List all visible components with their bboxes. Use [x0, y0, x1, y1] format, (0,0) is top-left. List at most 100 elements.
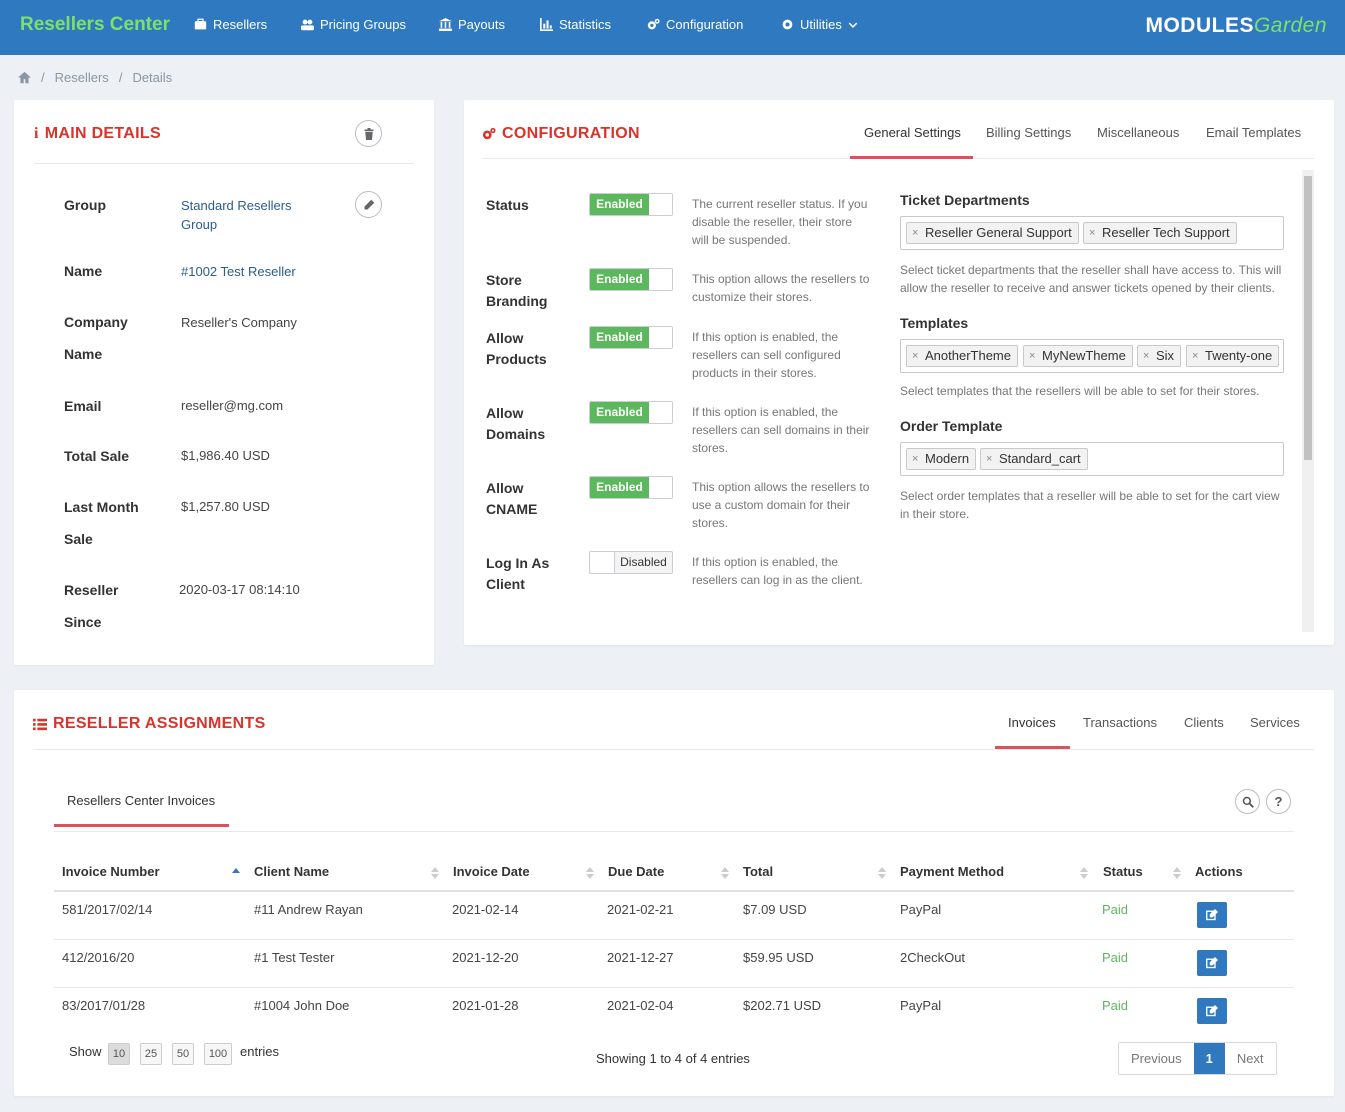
tab-email-templates[interactable]: Email Templates	[1206, 125, 1301, 140]
reseller-name-link[interactable]: #1002 Test Reseller	[181, 262, 296, 281]
allow-cname-toggle[interactable]: Enabled	[589, 476, 673, 499]
modulesgarden-logo[interactable]: MODULESGarden	[1145, 14, 1327, 38]
tag-item[interactable]: × AnotherTheme	[906, 345, 1018, 367]
remove-icon[interactable]: ×	[1029, 346, 1035, 366]
last-month-sale-value: $1,257.80 USD	[181, 499, 270, 514]
templates-select[interactable]: × AnotherTheme × MyNewTheme × Six × Twenty-o…	[900, 339, 1284, 373]
col-invoice-date[interactable]: Invoice Date	[453, 864, 530, 879]
previous-page-button[interactable]: Previous	[1119, 1043, 1194, 1074]
edit-invoice-button[interactable]	[1197, 950, 1227, 976]
client-link[interactable]: #1004 John Doe	[254, 998, 349, 1013]
sort-icon[interactable]	[431, 867, 439, 879]
edit-group-button[interactable]	[355, 191, 382, 218]
nav-configuration[interactable]: Configuration	[647, 17, 743, 32]
nav-statistics[interactable]: Statistics	[540, 17, 611, 32]
page-size-50[interactable]: 50	[172, 1043, 194, 1065]
tab-miscellaneous[interactable]: Miscellaneous	[1097, 125, 1179, 140]
search-icon	[1242, 796, 1254, 808]
tab-general-settings[interactable]: General Settings	[864, 125, 961, 140]
help-button[interactable]: ?	[1266, 789, 1291, 814]
allow-products-toggle[interactable]: Enabled	[589, 326, 673, 349]
breadcrumb-resellers[interactable]: Resellers	[55, 70, 109, 85]
ticket-departments-heading: Ticket Departments	[900, 192, 1030, 208]
tab-clients[interactable]: Clients	[1184, 715, 1224, 730]
allow-domains-toggle[interactable]: Enabled	[589, 401, 673, 424]
store-branding-toggle[interactable]: Enabled	[589, 268, 673, 291]
tag-item[interactable]: × Modern	[906, 448, 977, 470]
tag-item[interactable]: × Standard_cart	[980, 448, 1088, 470]
sort-icon[interactable]	[1173, 867, 1181, 879]
bank-icon	[439, 18, 452, 31]
total-sale-value: $1,986.40 USD	[181, 448, 270, 463]
sort-icon[interactable]	[878, 867, 886, 879]
sort-icon[interactable]	[586, 867, 594, 879]
col-payment-method[interactable]: Payment Method	[900, 864, 1004, 879]
tab-transactions[interactable]: Transactions	[1083, 715, 1157, 730]
templates-heading: Templates	[900, 315, 969, 331]
tag-item[interactable]: × MyNewTheme	[1023, 345, 1133, 367]
users-icon	[301, 19, 314, 31]
col-total[interactable]: Total	[743, 864, 773, 879]
nav-utilities[interactable]: Utilities	[781, 17, 858, 32]
due-date: 2021-12-27	[607, 950, 674, 965]
delete-reseller-button[interactable]	[355, 120, 382, 147]
nav-payouts[interactable]: Payouts	[439, 17, 505, 32]
reseller-assignments-card	[14, 690, 1334, 1096]
active-tab-indicator	[850, 156, 973, 159]
remove-icon[interactable]: ×	[986, 449, 992, 469]
search-button[interactable]	[1235, 789, 1260, 814]
client-link[interactable]: #1 Test Tester	[254, 950, 334, 965]
allow-domains-label: Allow Domains	[486, 405, 546, 442]
tag-item[interactable]: × Reseller Tech Support	[1083, 222, 1237, 244]
remove-icon[interactable]: ×	[912, 346, 918, 366]
subtab-resellers-center-invoices[interactable]: Resellers Center Invoices	[67, 793, 215, 808]
question-icon: ?	[1274, 794, 1283, 809]
tab-invoices[interactable]: Invoices	[1008, 715, 1056, 730]
group-link[interactable]: Standard Resellers Group	[181, 196, 321, 234]
page-size-10[interactable]: 10	[108, 1043, 130, 1065]
nav-pricing-groups[interactable]: Pricing Groups	[301, 17, 406, 32]
client-link[interactable]: #11 Andrew Rayan	[254, 902, 363, 917]
edit-invoice-button[interactable]	[1197, 902, 1227, 928]
remove-icon[interactable]: ×	[1143, 346, 1149, 366]
page-size-25[interactable]: 25	[140, 1043, 162, 1065]
page-size-100[interactable]: 100	[204, 1043, 232, 1065]
tab-services[interactable]: Services	[1250, 715, 1300, 730]
invoice-number: 412/2016/20	[62, 950, 135, 965]
sort-icon[interactable]	[1080, 867, 1088, 879]
edit-invoice-button[interactable]	[1197, 998, 1227, 1024]
scrollbar-thumb[interactable]	[1304, 176, 1312, 460]
col-actions: Actions	[1195, 864, 1243, 879]
col-due-date[interactable]: Due Date	[608, 864, 664, 879]
sort-asc-icon[interactable]	[232, 867, 240, 879]
page-1-button[interactable]: 1	[1193, 1043, 1225, 1074]
gears-icon	[482, 127, 496, 140]
next-page-button[interactable]: Next	[1225, 1043, 1276, 1074]
invoice-date: 2021-02-14	[452, 902, 519, 917]
main-details-card: i MAIN DETAILS Group Standard Resellers …	[14, 100, 434, 665]
sort-icon[interactable]	[721, 867, 729, 879]
remove-icon[interactable]: ×	[912, 223, 918, 243]
brand-link[interactable]: Resellers Center	[20, 14, 170, 36]
tag-item[interactable]: × Six	[1137, 345, 1182, 367]
remove-icon[interactable]: ×	[1192, 346, 1198, 366]
status-description: The current reseller status. If you disa…	[692, 197, 868, 247]
ticket-departments-select[interactable]: × Reseller General Support × Reseller Tech…	[900, 216, 1284, 250]
col-status[interactable]: Status	[1103, 864, 1143, 879]
log-in-as-client-label: Log In As Client	[486, 555, 550, 592]
col-invoice-number[interactable]: Invoice Number	[62, 864, 160, 879]
status-toggle[interactable]: Enabled	[589, 193, 673, 216]
remove-icon[interactable]: ×	[912, 449, 918, 469]
log-in-as-client-toggle[interactable]: Disabled	[589, 551, 673, 574]
nav-resellers[interactable]: Resellers	[194, 17, 267, 32]
remove-icon[interactable]: ×	[1089, 223, 1095, 243]
tag-item[interactable]: × Reseller General Support	[906, 222, 1079, 244]
home-icon[interactable]	[18, 71, 31, 84]
tag-item[interactable]: × Twenty-one	[1186, 345, 1280, 367]
order-template-select[interactable]: × Modern × Standard_cart	[900, 442, 1284, 476]
configuration-scrollbar[interactable]	[1302, 170, 1314, 632]
chevron-down-icon	[848, 22, 858, 28]
tab-billing-settings[interactable]: Billing Settings	[986, 125, 1071, 140]
configuration-title: CONFIGURATION	[482, 125, 640, 143]
col-client-name[interactable]: Client Name	[254, 864, 329, 879]
